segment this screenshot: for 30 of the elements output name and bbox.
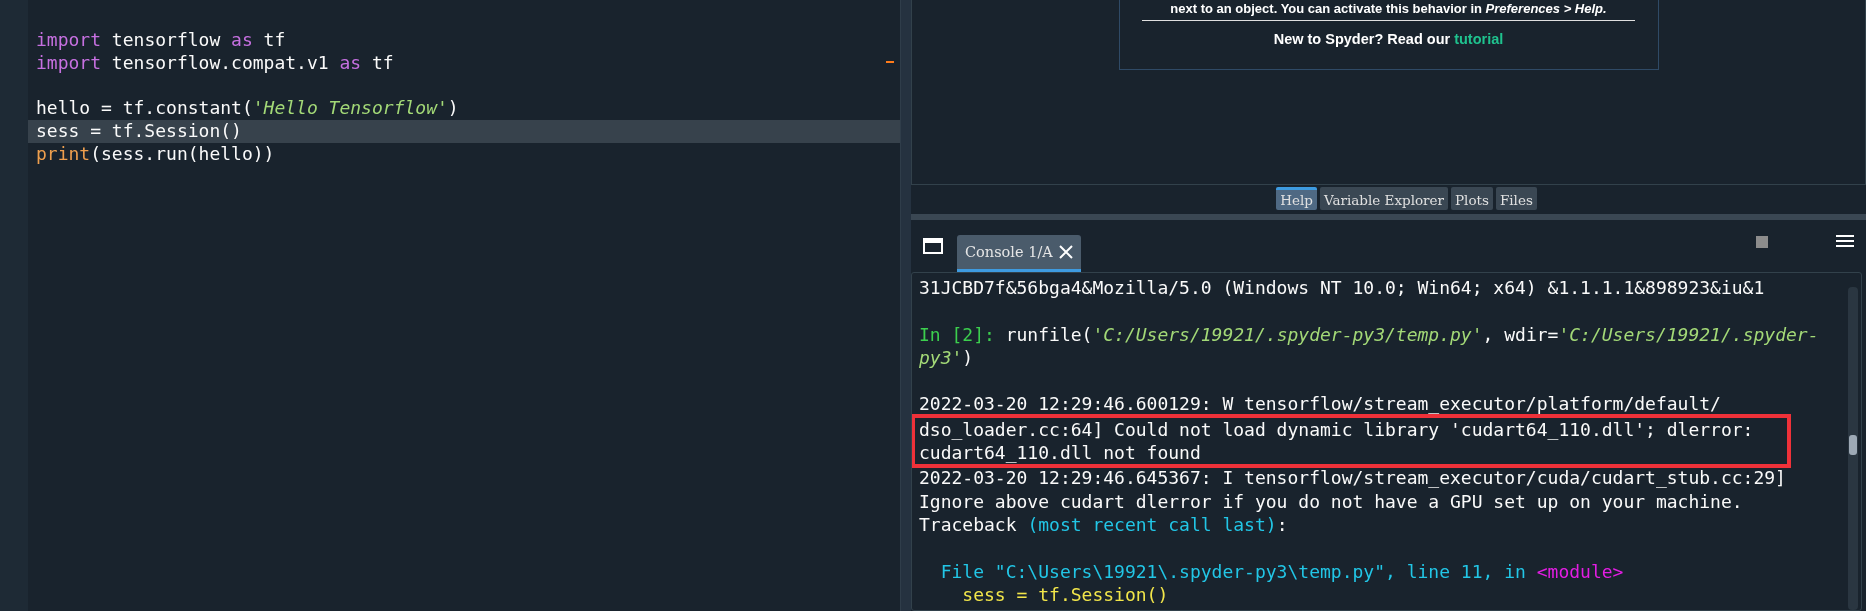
- console-line: Ignore above cudart dlerror if you do not have a GPU set up on your machine.: [919, 489, 1743, 513]
- pane-tab[interactable]: Plots: [1451, 187, 1493, 210]
- pane-tab[interactable]: Variable Explorer: [1319, 187, 1448, 210]
- console-tab[interactable]: Console 1/A: [957, 235, 1081, 272]
- pane-tab[interactable]: Files: [1495, 187, 1537, 210]
- undock-icon[interactable]: [923, 238, 943, 254]
- console-line: sess = tf.Session(): [961, 582, 1169, 607]
- console-line: 31JCBD7f&56bga4&Mozilla/5.0 (Windows NT 10.0; Win64; x64) &1.1.1.1&898923&iu&1: [919, 276, 1765, 300]
- code-line: print(sess.run(hello)): [35, 143, 275, 166]
- change-marker: [886, 61, 894, 63]
- console-line: py3'): [919, 345, 974, 370]
- help-intro-text: New to Spyder? Read our tutorial: [1273, 31, 1504, 47]
- close-icon[interactable]: [1058, 245, 1073, 259]
- scrollbar[interactable]: [1848, 287, 1858, 610]
- console-line: 2022-03-20 12:29:46.600129: W tensorflow/stream_executor/platform/default/: [919, 392, 1721, 416]
- tutorial-link[interactable]: tutorial: [1454, 31, 1504, 47]
- code-line: import tensorflow as tf: [35, 29, 286, 52]
- scrollbar-thumb[interactable]: [1849, 435, 1857, 455]
- code-line: sess = tf.Session(): [35, 120, 242, 143]
- console-line: cudart64_110.dll not found: [919, 441, 1201, 465]
- menu-icon[interactable]: [1836, 233, 1854, 249]
- code-line: hello = tf.constant('Hello Tensorflow'): [35, 97, 459, 121]
- console-line: 2022-03-20 12:29:46.645367: I tensorflow/stream_executor/cuda/cudart_stub.cc:29]: [919, 466, 1786, 490]
- pane-tab[interactable]: Help: [1276, 187, 1317, 210]
- help-text: next to an object. You can activate this behavior in Preferences > Help.: [1170, 1, 1607, 16]
- code-line: import tensorflow.compat.v1 as tf: [35, 51, 394, 75]
- console-line: In [2]: runfile('C:/Users/19921/.spyder-py3/temp.py', wdir='C:/Users/19921/.spyder-: [919, 322, 1819, 346]
- console-line: Traceback (most recent call last):: [919, 512, 1288, 537]
- console-line: File "C:\Users\19921\.spyder-py3\temp.py", line 11, in <module>: [939, 559, 1624, 583]
- console-line: dso_loader.cc:64] Could not load dynamic library 'cudart64_110.dll'; dlerror:: [919, 417, 1754, 442]
